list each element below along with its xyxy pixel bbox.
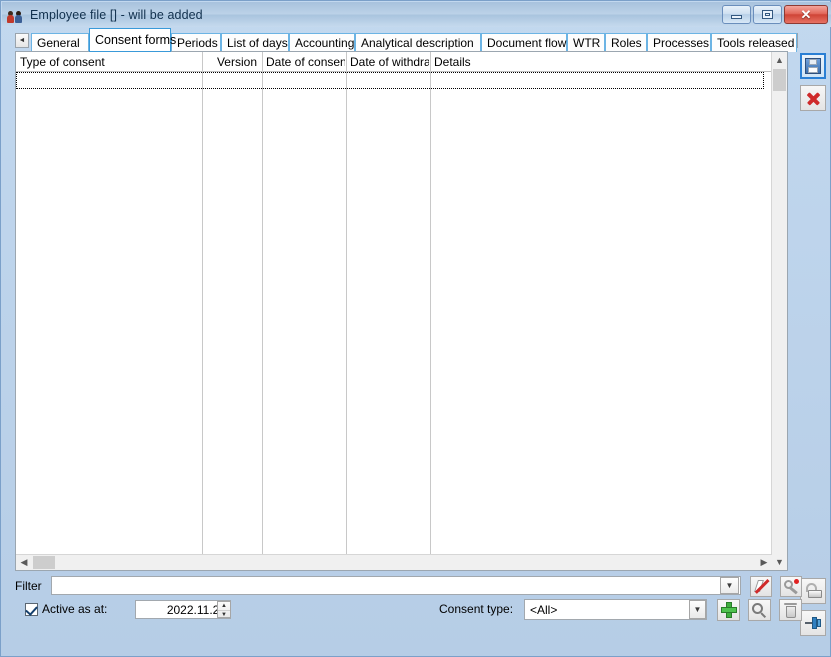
tab-label: Roles bbox=[611, 36, 642, 50]
employee-file-window: Employee file [] - will be added ✕ ◄ ► G… bbox=[0, 0, 831, 657]
tab-consent-forms[interactable]: Consent forms bbox=[89, 28, 176, 52]
tab-label: General bbox=[37, 36, 80, 50]
filter-dropdown-button[interactable]: ▼ bbox=[720, 577, 739, 594]
tab-general[interactable]: General bbox=[31, 33, 89, 52]
tab-scroll-left-button[interactable]: ◄ bbox=[15, 33, 29, 48]
checkmark-icon bbox=[25, 603, 38, 616]
tab-wtr[interactable]: WTR bbox=[567, 33, 605, 52]
tab-label: Periods bbox=[177, 36, 218, 50]
grid-header-row: Type of consent Version Date of consent Dat… bbox=[16, 52, 787, 72]
consent-forms-grid: Type of consent Version Date of consent Dat… bbox=[15, 51, 788, 571]
close-button[interactable]: ✕ bbox=[784, 5, 828, 24]
vertical-scroll-thumb[interactable] bbox=[773, 69, 786, 91]
employee-people-icon bbox=[7, 6, 25, 24]
consent-type-label: Consent type: bbox=[439, 602, 514, 616]
grid-column-header-label: Details bbox=[434, 54, 471, 69]
active-as-at-label: Active as at: bbox=[42, 602, 108, 616]
tab-strip: ◄ ► GeneralConsent formsPeriodsList of d… bbox=[15, 28, 798, 52]
spinner-up-icon[interactable]: ▲ bbox=[218, 602, 230, 611]
filter-settings-button[interactable] bbox=[780, 576, 802, 597]
tab-label: Analytical description bbox=[361, 36, 474, 50]
grid-column-header[interactable]: Type of consent bbox=[17, 52, 201, 71]
green-plus-icon bbox=[720, 602, 737, 618]
tab-tools-released[interactable]: Tools released bbox=[711, 33, 797, 52]
window-title: Employee file [] - will be added bbox=[30, 7, 203, 22]
grid-column-header[interactable]: Details bbox=[431, 52, 763, 71]
tab-analytical-description[interactable]: Analytical description bbox=[355, 33, 481, 52]
scroll-left-icon[interactable]: ◀ bbox=[16, 555, 32, 570]
tab-label: WTR bbox=[573, 36, 601, 50]
scroll-right-icon[interactable]: ▶ bbox=[756, 555, 772, 570]
delete-button[interactable] bbox=[779, 599, 802, 621]
tab-label: List of days bbox=[227, 36, 288, 50]
active-as-at-checkbox[interactable] bbox=[25, 603, 38, 616]
wrench-settings-icon bbox=[783, 579, 799, 595]
minimize-icon bbox=[731, 15, 742, 19]
restore-button[interactable] bbox=[753, 5, 782, 24]
tab-label: Tools released bbox=[717, 36, 795, 50]
spinner-down-icon[interactable]: ▼ bbox=[218, 611, 230, 619]
tab-label: Consent forms bbox=[95, 32, 177, 47]
grid-column-separator[interactable] bbox=[262, 52, 263, 554]
tab-label: Accounting bbox=[295, 36, 355, 50]
tab-periods[interactable]: Periods bbox=[171, 33, 221, 52]
consent-type-dropdown-button[interactable]: ▼ bbox=[689, 600, 706, 619]
scroll-up-icon[interactable]: ▲ bbox=[772, 52, 787, 68]
tab-processes[interactable]: Processes bbox=[647, 33, 711, 52]
tab-label: Document flow bbox=[487, 36, 567, 50]
chevron-down-icon: ▼ bbox=[693, 604, 702, 614]
tab-roles[interactable]: Roles bbox=[605, 33, 647, 52]
grid-column-header[interactable]: Date of consent bbox=[263, 52, 345, 71]
title-bar: Employee file [] - will be added ✕ bbox=[2, 2, 831, 27]
grid-column-header-label: Date of withdraw bbox=[350, 54, 429, 69]
right-toolbar bbox=[796, 51, 830, 636]
clear-filter-button[interactable] bbox=[750, 576, 772, 597]
minimize-button[interactable] bbox=[722, 5, 751, 24]
filter-label: Filter bbox=[15, 579, 42, 593]
grid-empty-selected-row[interactable] bbox=[16, 72, 764, 89]
trash-icon bbox=[784, 602, 797, 618]
search-button[interactable] bbox=[748, 599, 771, 621]
grid-column-header-label: Version bbox=[216, 54, 257, 69]
grid-column-header-label: Date of consent bbox=[266, 54, 345, 69]
grid-column-separator[interactable] bbox=[202, 52, 203, 554]
restore-icon bbox=[762, 10, 773, 19]
grid-column-header[interactable]: Version bbox=[203, 52, 261, 71]
tab-accounting[interactable]: Accounting bbox=[289, 33, 355, 52]
grid-column-header-label: Type of consent bbox=[20, 54, 105, 69]
add-button[interactable] bbox=[717, 599, 740, 621]
close-red-x-icon bbox=[806, 91, 821, 106]
pin-icon bbox=[804, 616, 822, 630]
scroll-down-icon[interactable]: ▼ bbox=[772, 554, 787, 570]
pin-button[interactable] bbox=[800, 610, 826, 636]
grid-column-header[interactable]: Date of withdraw bbox=[347, 52, 429, 71]
tab-document-flow[interactable]: Document flow bbox=[481, 33, 567, 52]
grid-horizontal-scrollbar[interactable]: ◀ ▶ bbox=[16, 554, 772, 570]
magnifier-icon bbox=[752, 602, 767, 618]
consent-type-select[interactable]: <All> bbox=[524, 599, 707, 620]
window-controls: ✕ bbox=[722, 5, 828, 24]
clear-filter-icon bbox=[753, 579, 769, 594]
close-icon: ✕ bbox=[800, 7, 812, 22]
save-floppy-icon bbox=[805, 58, 821, 74]
padlock-open-icon bbox=[805, 583, 822, 599]
grid-column-separator[interactable] bbox=[430, 52, 431, 554]
tab-label: Processes bbox=[653, 36, 710, 50]
tab-list-of-days[interactable]: List of days bbox=[221, 33, 289, 52]
save-button[interactable] bbox=[800, 53, 826, 79]
grid-column-separator[interactable] bbox=[346, 52, 347, 554]
date-spinner[interactable]: ▲ ▼ bbox=[217, 601, 231, 618]
horizontal-scroll-thumb[interactable] bbox=[33, 556, 55, 569]
cancel-button[interactable] bbox=[800, 85, 826, 111]
grid-vertical-scrollbar[interactable]: ▲ ▼ bbox=[771, 52, 787, 570]
chevron-down-icon: ▼ bbox=[725, 580, 734, 590]
filter-panel: Filter ▼ Active as at: 2022.11.28 ▲ ▼ Co… bbox=[15, 575, 802, 630]
unlock-button[interactable] bbox=[800, 578, 826, 604]
filter-input[interactable] bbox=[51, 576, 741, 595]
